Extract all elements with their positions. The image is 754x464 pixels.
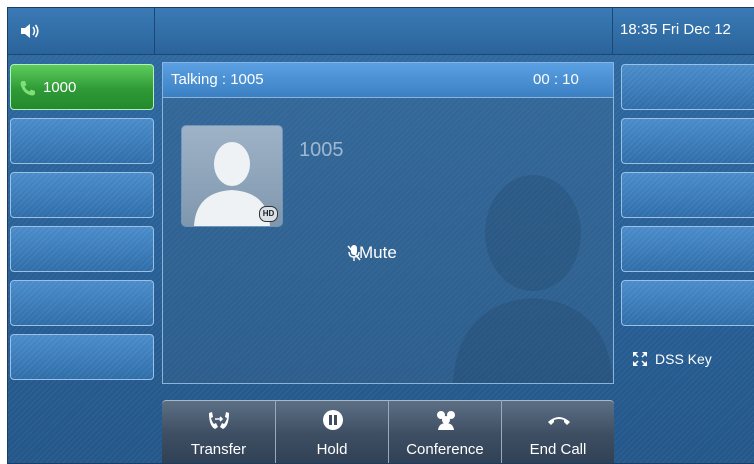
hd-badge: HD xyxy=(259,206,278,222)
end-call-button[interactable]: End Call xyxy=(501,400,614,463)
end-call-icon xyxy=(548,417,570,425)
conference-button[interactable]: Conference xyxy=(388,400,501,463)
right-key-1[interactable] xyxy=(621,64,754,110)
dss-key-label: DSS Key xyxy=(655,351,712,367)
mic-muted-icon xyxy=(347,245,361,261)
speaker-icon xyxy=(21,24,39,38)
hold-label: Hold xyxy=(316,441,348,458)
line-key-4[interactable] xyxy=(10,226,154,272)
transfer-label: Transfer xyxy=(190,441,247,458)
call-panel: Talking : 1005 00 : 10 HD 1005 Mute xyxy=(162,62,614,384)
mute-indicator: Mute xyxy=(347,243,397,263)
right-key-5[interactable] xyxy=(621,280,754,326)
call-header: Talking : 1005 00 : 10 xyxy=(163,63,613,98)
call-status: Talking : 1005 xyxy=(171,71,264,88)
transfer-button[interactable]: Transfer xyxy=(162,400,275,463)
line-key-6[interactable] xyxy=(10,334,154,380)
softkey-bar: Transfer Hold Conference End Call xyxy=(162,400,616,463)
line-key-1[interactable]: 1000 xyxy=(10,64,154,110)
conference-icon xyxy=(437,411,455,430)
hold-icon xyxy=(323,410,343,430)
status-bar: 18:35 Fri Dec 12 xyxy=(8,8,754,55)
dss-key-button[interactable]: DSS Key xyxy=(621,336,754,382)
phone-screen: 18:35 Fri Dec 12 1000 DSS Key Talking : … xyxy=(7,7,754,464)
right-key-4[interactable] xyxy=(621,226,754,272)
conference-label: Conference xyxy=(406,441,484,458)
end-call-label: End Call xyxy=(529,441,587,458)
speaker-zone xyxy=(8,8,155,54)
line-key-label: 1000 xyxy=(43,79,77,96)
line-key-2[interactable] xyxy=(10,118,154,164)
contact-avatar: HD xyxy=(181,125,283,227)
expand-icon xyxy=(633,352,647,366)
right-key-2[interactable] xyxy=(621,118,754,164)
call-timer: 00 : 10 xyxy=(533,71,579,88)
transfer-icon xyxy=(209,412,229,429)
callee-number: 1005 xyxy=(299,139,344,161)
right-key-3[interactable] xyxy=(621,172,754,218)
mute-label: Mute xyxy=(359,243,397,262)
line-key-5[interactable] xyxy=(10,280,154,326)
hold-button[interactable]: Hold xyxy=(275,400,388,463)
clock: 18:35 Fri Dec 12 xyxy=(620,21,731,38)
phone-icon xyxy=(20,81,35,96)
background-silhouette xyxy=(453,175,613,383)
line-key-3[interactable] xyxy=(10,172,154,218)
